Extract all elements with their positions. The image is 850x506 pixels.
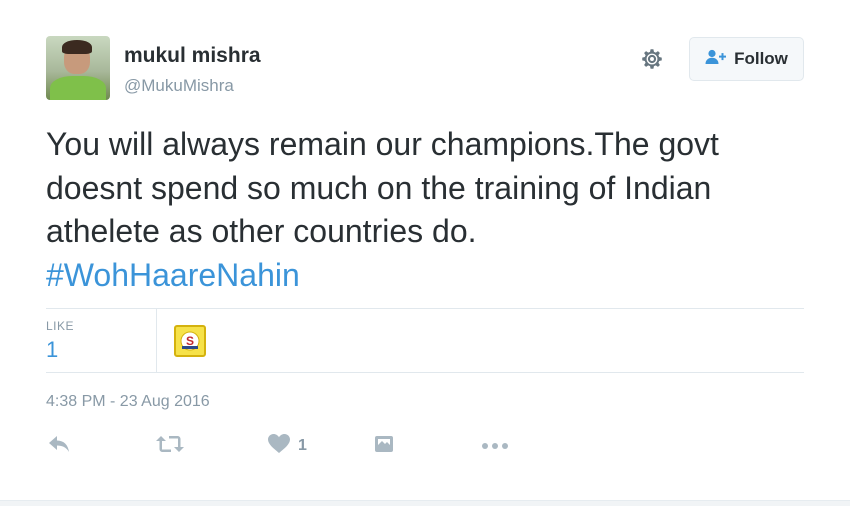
more-icon: [481, 437, 509, 455]
tweet-timestamp[interactable]: 4:38 PM - 23 Aug 2016: [46, 393, 210, 411]
card-bottom-border: [0, 500, 850, 506]
moment-button[interactable]: [374, 428, 394, 464]
like-stat-label: LIKE: [46, 319, 75, 333]
tweet-actions: 1: [46, 428, 546, 464]
gear-icon[interactable]: [639, 46, 665, 72]
user-name[interactable]: mukul mishra: [124, 44, 261, 68]
liker-avatar[interactable]: S: [174, 325, 206, 357]
tweet-stats: LIKE 1 S: [46, 309, 804, 372]
follow-label: Follow: [734, 49, 788, 68]
more-button[interactable]: [481, 428, 509, 464]
stat-separator: [156, 309, 157, 372]
follow-button[interactable]: Follow: [689, 37, 804, 81]
like-stat-count: 1: [46, 337, 59, 362]
add-user-icon: [705, 49, 727, 70]
tweet-body: You will always remain our champions.The…: [46, 126, 719, 249]
user-handle[interactable]: @MukuMishra: [124, 76, 234, 96]
divider: [46, 372, 804, 373]
like-action-count: 1: [298, 437, 307, 454]
reply-button[interactable]: [48, 428, 70, 464]
heart-icon: [268, 434, 290, 458]
tweet-text: You will always remain our champions.The…: [46, 123, 806, 297]
retweet-icon: [156, 435, 184, 458]
reply-icon: [48, 435, 70, 458]
moment-icon: [374, 435, 394, 458]
tweet-card: mukul mishra @MukuMishra Follow You will…: [0, 0, 850, 506]
hashtag-link[interactable]: #WohHaareNahin: [46, 254, 806, 298]
like-stat[interactable]: LIKE 1: [46, 309, 156, 372]
user-avatar[interactable]: [46, 36, 110, 100]
retweet-button[interactable]: [156, 428, 184, 464]
svg-text:S: S: [186, 334, 194, 348]
avatar-hair: [62, 40, 92, 54]
like-button[interactable]: 1: [268, 428, 307, 464]
avatar-shirt: [50, 76, 106, 100]
